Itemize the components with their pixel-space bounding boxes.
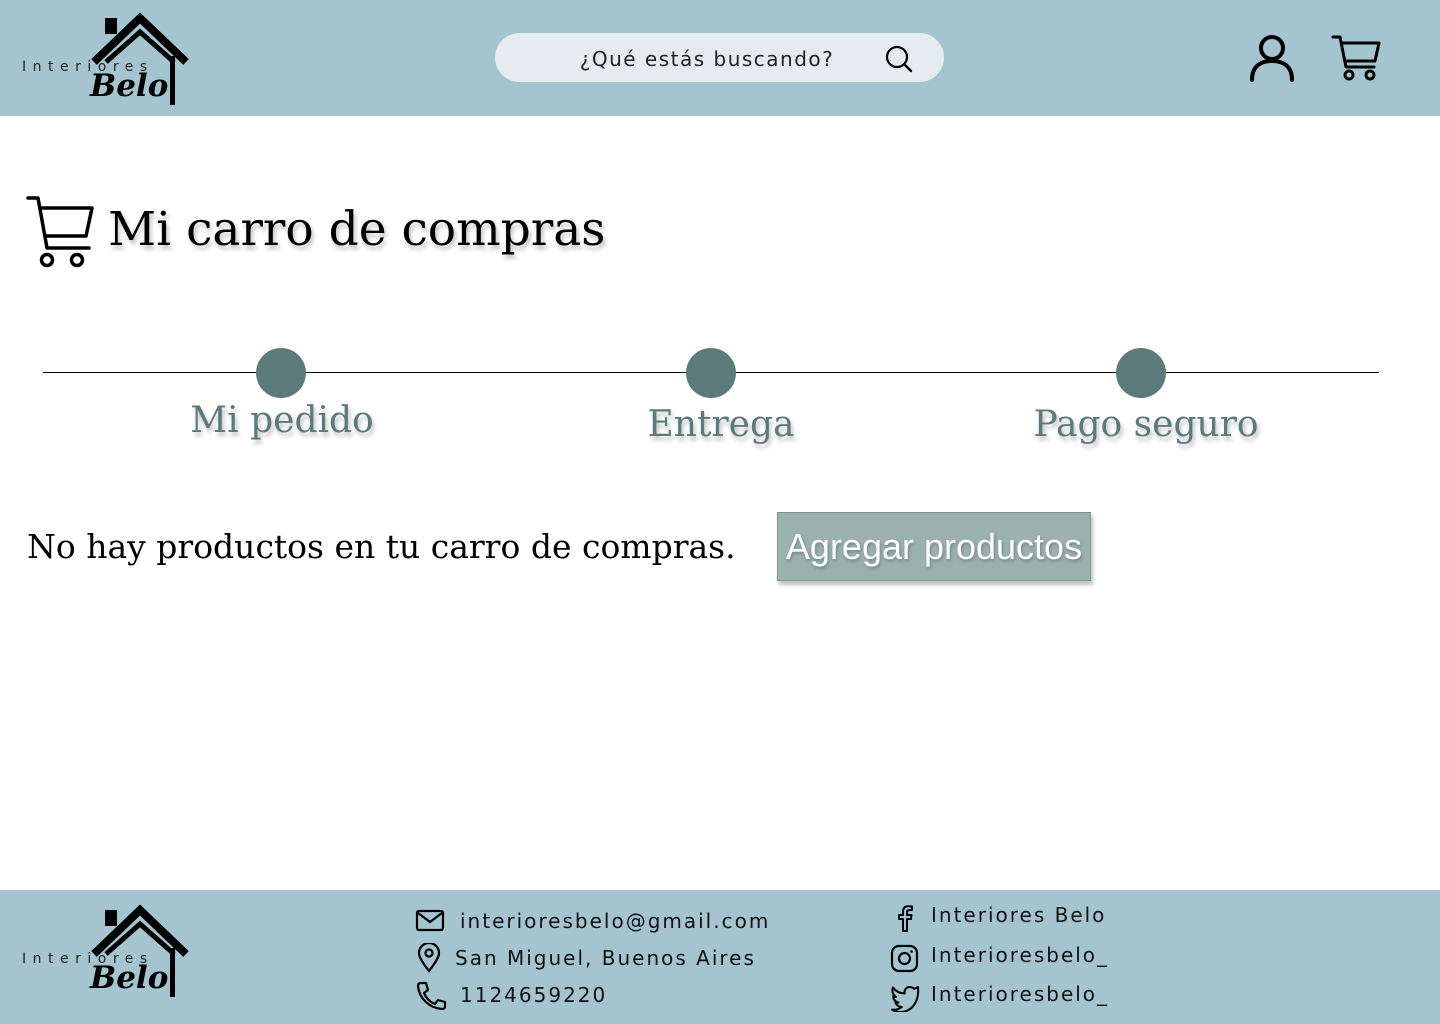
footer-logo[interactable]: Interiores Belo [22, 904, 197, 1004]
contact-phone[interactable]: 1124659220 [415, 980, 775, 1010]
contact-email-text[interactable]: interioresbelo@gmail.com [460, 909, 770, 933]
user-icon[interactable] [1247, 32, 1297, 86]
step-dot-pago-seguro[interactable] [1116, 348, 1166, 398]
facebook-icon [898, 905, 913, 932]
social-instagram-text[interactable]: Interioresbelo_ [931, 943, 1109, 967]
social-twitter-text[interactable]: Interioresbelo_ [931, 982, 1109, 1006]
step-label-entrega[interactable]: Entrega [648, 404, 795, 445]
contact-address: San Miguel, Buenos Aires [415, 943, 775, 973]
contact-phone-text[interactable]: 1124659220 [460, 983, 607, 1007]
logo[interactable]: Interiores Belo [22, 12, 197, 112]
instagram-icon [890, 944, 919, 973]
cart-icon[interactable] [1330, 33, 1382, 87]
search-bar [495, 33, 944, 84]
empty-cart-message: No hay productos en tu carro de compras. [27, 527, 736, 566]
checkout-steps: Mi pedido Entrega Pago seguro [0, 330, 1440, 460]
logo-name: Belo [90, 68, 169, 104]
cart-icon [26, 194, 94, 274]
contact-email[interactable]: interioresbelo@gmail.com [415, 906, 775, 936]
step-dot-entrega[interactable] [686, 348, 736, 398]
search-icon[interactable] [884, 44, 914, 78]
social-twitter[interactable]: Interioresbelo_ [890, 982, 1150, 1012]
page-title: Mi carro de compras [108, 202, 606, 257]
step-dot-mi-pedido[interactable] [256, 348, 306, 398]
footer: Interiores Belo interioresbelo@gmail.com… [0, 890, 1440, 1024]
logo-name: Belo [90, 960, 169, 996]
location-pin-icon [417, 943, 441, 973]
phone-icon [416, 981, 447, 1010]
twitter-icon [891, 985, 920, 1012]
social-facebook[interactable]: Interiores Belo [890, 903, 1150, 933]
step-label-pago-seguro[interactable]: Pago seguro [1033, 404, 1258, 445]
search-input[interactable] [555, 33, 859, 84]
social-facebook-text[interactable]: Interiores Belo [931, 903, 1106, 927]
header: Interiores Belo [0, 0, 1440, 116]
contact-address-text: San Miguel, Buenos Aires [455, 946, 756, 970]
add-products-button[interactable]: Agregar productos [777, 512, 1091, 581]
social-instagram[interactable]: Interioresbelo_ [890, 943, 1150, 973]
step-label-mi-pedido[interactable]: Mi pedido [190, 400, 373, 441]
mail-icon [415, 909, 445, 932]
